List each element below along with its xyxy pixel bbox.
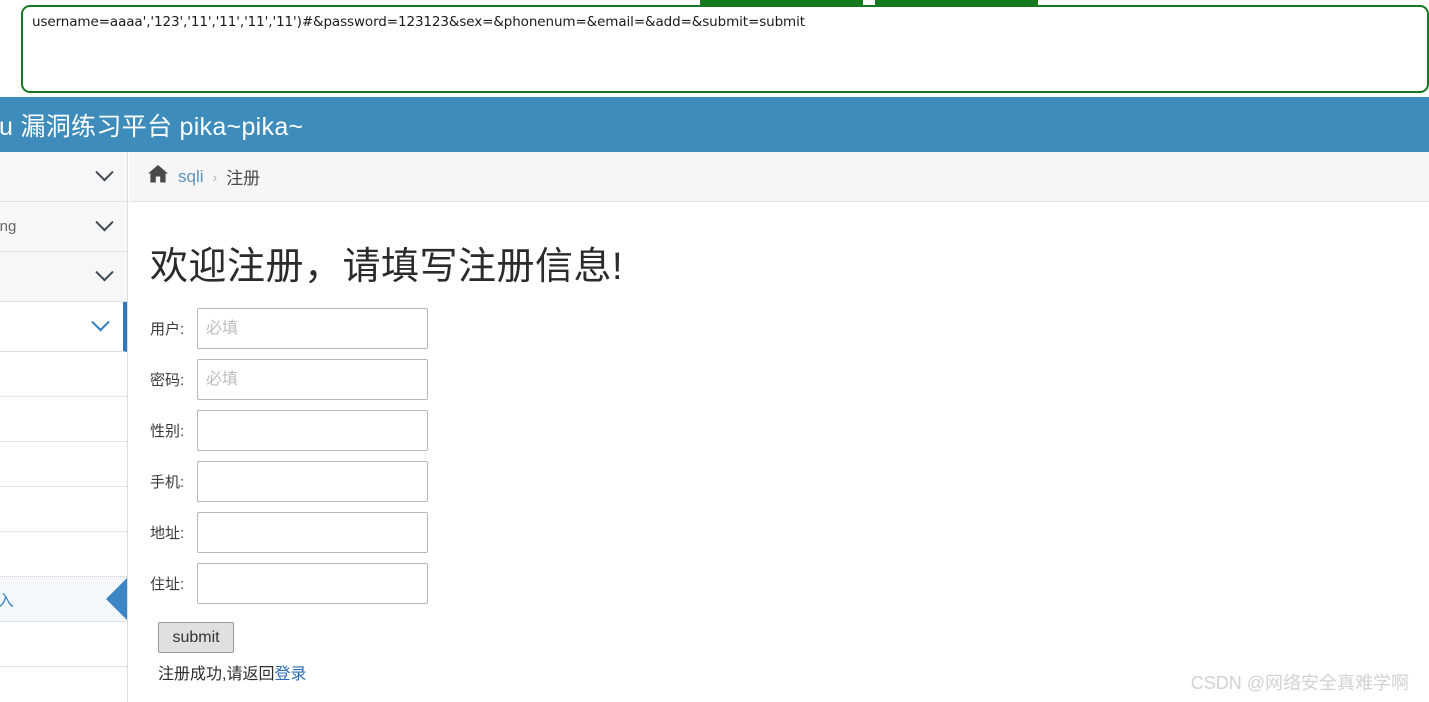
sidebar-item-update-injection[interactable]: pdate"注入 — [0, 577, 127, 622]
home-icon[interactable] — [147, 164, 169, 189]
page-title: 欢迎注册，请填写注册信息! — [150, 246, 624, 288]
app-title: chu 漏洞练习平台 pika~pika~ — [0, 112, 304, 141]
email-label: 地址: — [150, 525, 185, 542]
screen-root: username=aaaa','123','11','11','11','11'… — [0, 0, 1429, 702]
breadcrumb: sqli › 注册 — [129, 152, 1429, 202]
sidebar: Scripting : 入(post) 入(get) 入 — [0, 152, 128, 702]
breadcrumb-separator: › — [212, 168, 218, 185]
chevron-down-icon — [91, 313, 110, 332]
login-link[interactable]: 登录 — [274, 666, 306, 683]
form-row-username: 用户: — [150, 308, 1429, 349]
csdn-watermark: CSDN @网络安全真难学啊 — [1190, 673, 1409, 693]
status-message-text: 注册成功,请返回 — [158, 666, 275, 683]
submit-row: submit — [158, 622, 1429, 653]
request-body-text: username=aaaa','123','11','11','11','11'… — [32, 14, 805, 30]
page-body: Scripting : 入(post) 入(get) 入 — [0, 152, 1429, 702]
request-body-editor[interactable]: username=aaaa','123','11','11','11','11'… — [21, 5, 1429, 93]
sidebar-group-sqli[interactable]: : — [0, 302, 127, 352]
chevron-down-icon — [95, 263, 114, 282]
sidebar-item-6[interactable]: 注入 — [0, 622, 127, 667]
sidebar-group-0[interactable] — [0, 152, 127, 202]
sidebar-group-2[interactable] — [0, 252, 127, 302]
address-label: 住址: — [150, 576, 185, 593]
sidebar-item-label: pdate"注入 — [0, 587, 14, 611]
app-header: chu 漏洞练习平台 pika~pika~ — [0, 97, 1429, 152]
active-pointer-icon — [106, 577, 127, 621]
sidebar-group-label: Scripting — [0, 218, 17, 235]
form-row-phone: 手机: — [150, 461, 1429, 502]
username-label: 用户: — [150, 321, 185, 338]
phone-label: 手机: — [150, 474, 185, 491]
breadcrumb-link-sqli[interactable]: sqli — [178, 167, 204, 187]
username-field[interactable] — [197, 308, 428, 349]
sex-field[interactable] — [197, 410, 428, 451]
form-row-sex: 性别: — [150, 410, 1429, 451]
sidebar-item-get[interactable]: 入(get) — [0, 442, 127, 487]
sidebar-item-post[interactable]: 入(post) — [0, 397, 127, 442]
address-field[interactable] — [197, 563, 428, 604]
form-row-password: 密码: — [150, 359, 1429, 400]
chevron-down-icon — [95, 213, 114, 232]
sidebar-item-0[interactable] — [0, 352, 127, 397]
email-field[interactable] — [197, 512, 428, 553]
phone-field[interactable] — [197, 461, 428, 502]
password-field[interactable] — [197, 359, 428, 400]
password-label: 密码: — [150, 372, 185, 389]
sidebar-item-4[interactable]: - — [0, 532, 127, 577]
main-content: 欢迎注册，请填写注册信息! 用户: 密码: 性别: 手机: 地址: — [129, 203, 1429, 702]
form-row-address: 住址: — [150, 563, 1429, 604]
sidebar-item-3[interactable]: 入 — [0, 487, 127, 532]
sidebar-group-1[interactable]: Scripting — [0, 202, 127, 252]
form-row-email: 地址: — [150, 512, 1429, 553]
breadcrumb-current: 注册 — [226, 169, 261, 188]
chevron-down-icon — [95, 163, 114, 182]
sex-label: 性别: — [150, 423, 185, 440]
submit-button[interactable]: submit — [158, 622, 234, 653]
